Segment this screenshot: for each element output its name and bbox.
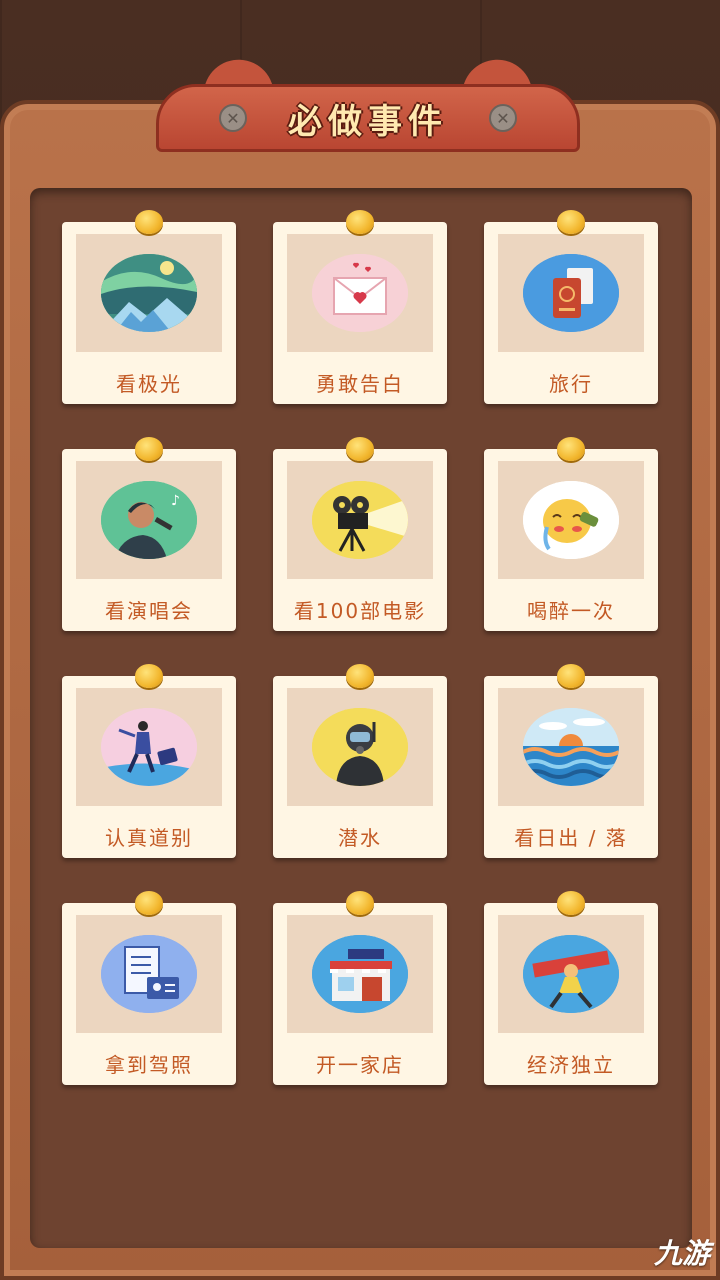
event-grid: 看极光 勇敢告白 旅行 ♪ 看演唱会 看100部电影 喝醉一次 认真道别 潜水 … xyxy=(62,210,660,1085)
pin-icon xyxy=(557,664,585,688)
pin-icon xyxy=(557,210,585,234)
card-label: 看极光 xyxy=(116,372,182,396)
pin-icon xyxy=(135,664,163,688)
event-card[interactable]: 拿到驾照 xyxy=(62,891,236,1085)
card-photo xyxy=(76,688,222,806)
drunk-face-icon xyxy=(523,481,619,559)
pin-icon xyxy=(346,664,374,688)
card-photo xyxy=(76,234,222,352)
card-photo xyxy=(287,688,433,806)
card-photo xyxy=(76,915,222,1033)
singer-icon: ♪ xyxy=(101,481,197,559)
pin-icon xyxy=(346,437,374,461)
card-label: 开一家店 xyxy=(316,1053,404,1077)
card-photo xyxy=(287,915,433,1033)
card-label: 勇敢告白 xyxy=(316,372,404,396)
diver-icon xyxy=(312,708,408,786)
movie-projector-icon xyxy=(312,481,408,559)
card-photo xyxy=(287,461,433,579)
page-title: 必做事件 xyxy=(288,101,448,142)
event-card[interactable]: 看100部电影 xyxy=(273,437,447,631)
card-label: 看演唱会 xyxy=(105,599,193,623)
event-card[interactable]: 勇敢告白 xyxy=(273,210,447,404)
card-label: 认真道别 xyxy=(105,826,193,850)
event-card[interactable]: 潜水 xyxy=(273,664,447,858)
sunset-icon xyxy=(523,708,619,786)
card-label: 拿到驾照 xyxy=(105,1053,193,1077)
card-label: 经济独立 xyxy=(527,1053,615,1077)
card-photo xyxy=(498,234,644,352)
pin-icon xyxy=(346,210,374,234)
passport-icon xyxy=(523,254,619,332)
svg-text:♪: ♪ xyxy=(171,493,180,509)
pin-icon xyxy=(135,891,163,915)
event-card[interactable]: 看极光 xyxy=(62,210,236,404)
screw-icon: ✕ xyxy=(489,104,517,132)
event-card[interactable]: 看日出 / 落 xyxy=(484,664,658,858)
card-photo xyxy=(498,461,644,579)
event-card[interactable]: 经济独立 xyxy=(484,891,658,1085)
pin-icon xyxy=(135,437,163,461)
pin-icon xyxy=(346,891,374,915)
card-photo xyxy=(498,688,644,806)
card-photo xyxy=(498,915,644,1033)
event-card[interactable]: 开一家店 xyxy=(273,891,447,1085)
traveler-icon xyxy=(101,708,197,786)
event-card[interactable]: 喝醉一次 xyxy=(484,437,658,631)
pin-icon xyxy=(557,437,585,461)
flying-money-icon xyxy=(523,935,619,1013)
card-label: 喝醉一次 xyxy=(527,599,615,623)
card-label: 看100部电影 xyxy=(293,599,427,623)
title-banner: ✕ 必做事件 ✕ xyxy=(156,84,580,152)
event-card[interactable]: 认真道别 xyxy=(62,664,236,858)
watermark-logo: 九游 xyxy=(653,1237,710,1270)
title-plate: ✕ 必做事件 ✕ xyxy=(156,49,580,152)
aurora-icon xyxy=(101,254,197,332)
driver-license-icon xyxy=(101,935,197,1013)
event-card[interactable]: 旅行 xyxy=(484,210,658,404)
shop-icon xyxy=(312,935,408,1013)
event-card[interactable]: ♪ 看演唱会 xyxy=(62,437,236,631)
pin-icon xyxy=(135,210,163,234)
card-photo: ♪ xyxy=(76,461,222,579)
card-label: 看日出 / 落 xyxy=(514,826,628,850)
screw-icon: ✕ xyxy=(219,104,247,132)
card-label: 旅行 xyxy=(549,372,593,396)
love-letter-icon xyxy=(312,254,408,332)
pin-icon xyxy=(557,891,585,915)
card-label: 潜水 xyxy=(338,826,382,850)
card-photo xyxy=(287,234,433,352)
